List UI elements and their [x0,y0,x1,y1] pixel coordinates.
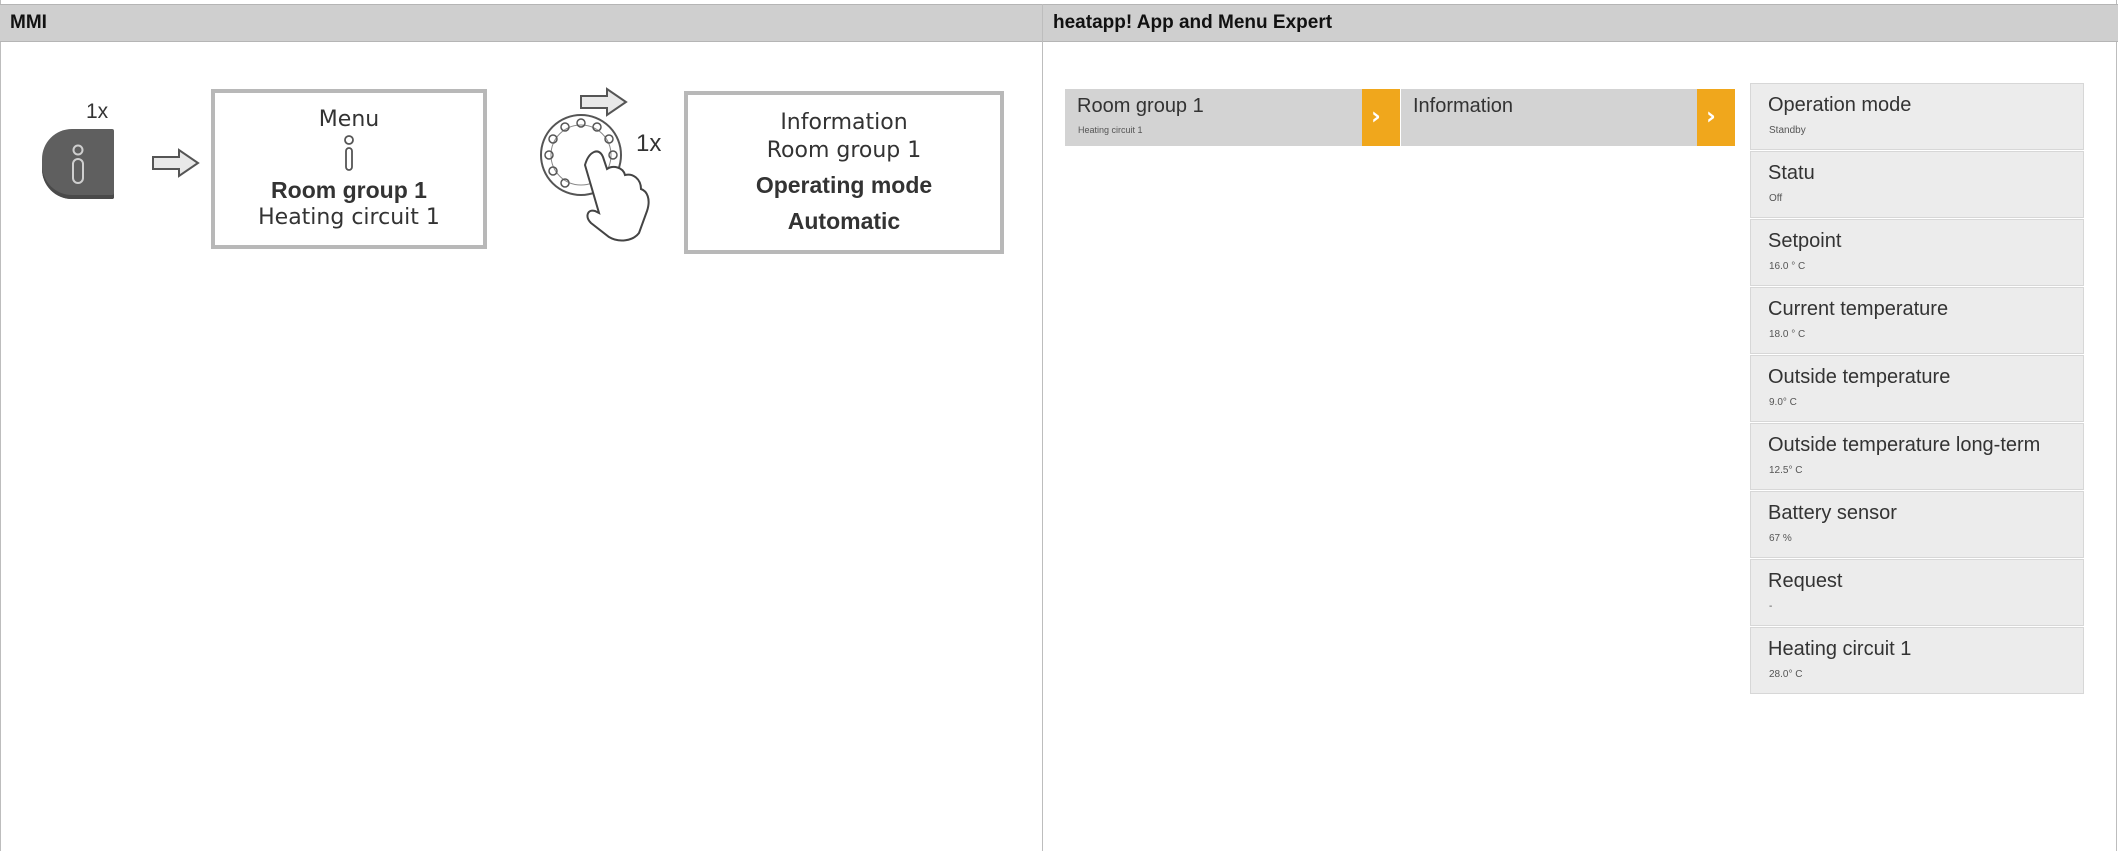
rotary-knob-icon[interactable] [537,107,677,247]
item-title: Battery sensor [1768,502,1897,524]
app-header: heatapp! App and Menu Expert [1043,4,2118,42]
operating-mode-label: Operating mode [755,172,933,198]
item-value: 9.0° C [1769,397,1797,408]
display-information: Information Room group 1 Operating mode … [684,91,1004,254]
list-item-battery-sensor[interactable]: Battery sensor 67 % [1750,491,2084,558]
item-value: 67 % [1769,533,1792,544]
mmi-header: MMI [0,4,1042,42]
information-entry[interactable]: Information › [1401,89,1735,146]
item-value: 16.0 ° C [1769,261,1806,272]
room-group-title: Room group 1 [1077,95,1204,117]
list-item-request[interactable]: Request - [1750,559,2084,626]
list-item-outside-temperature[interactable]: Outside temperature 9.0° C [1750,355,2084,422]
item-value: Off [1769,193,1783,204]
room-group-label: Room group 1 [766,138,922,163]
display-menu: Menu Room group 1 Heating circuit 1 [211,89,487,249]
information-label: Information [780,110,908,135]
button-press-count: 1x [86,100,109,123]
list-item-current-temperature[interactable]: Current temperature 18.0 ° C [1750,287,2084,354]
information-title: Information [1413,95,1514,117]
item-title: Statu [1768,162,1815,184]
item-value: 12.5° C [1769,465,1803,476]
knob-press-count: 1x [636,130,662,157]
list-item-outside-temperature-long-term[interactable]: Outside temperature long-term 12.5° C [1750,423,2084,490]
room-group-entry[interactable]: Room group 1 Heating circuit 1 › [1065,89,1400,146]
item-title: Current temperature [1768,298,1949,320]
list-item-status[interactable]: Statu Off [1750,151,2084,218]
column-divider [1042,4,1043,851]
room-group-subtitle: Heating circuit 1 [1078,125,1143,135]
item-value: - [1769,601,1773,612]
info-icon [72,144,84,184]
item-title: Setpoint [1768,230,1842,252]
item-title: Heating circuit 1 [1768,638,1912,660]
item-value: 28.0° C [1769,669,1803,680]
item-title: Operation mode [1768,94,1912,116]
item-title: Outside temperature [1768,366,1951,388]
list-item-setpoint[interactable]: Setpoint 16.0 ° C [1750,219,2084,286]
list-item-operation-mode[interactable]: Operation mode Standby [1750,83,2084,150]
menu-label: Menu [318,107,380,132]
list-item-heating-circuit[interactable]: Heating circuit 1 28.0° C [1750,627,2084,694]
chevron-right-icon[interactable]: › [1697,89,1735,146]
item-title: Outside temperature long-term [1768,434,2041,456]
operating-mode-value: Automatic [787,208,901,234]
item-title: Request [1768,570,1843,592]
chevron-right-icon[interactable]: › [1362,89,1400,146]
info-icon [344,135,354,171]
arrow-right-icon [152,148,200,178]
info-button[interactable] [42,129,114,199]
heating-circuit-label: Heating circuit 1 [258,205,440,230]
room-group-label: Room group 1 [271,177,427,203]
item-value: 18.0 ° C [1769,329,1806,340]
item-value: Standby [1769,125,1806,136]
information-list: Operation mode Standby Statu Off Setpoint 1… [1750,83,2084,695]
